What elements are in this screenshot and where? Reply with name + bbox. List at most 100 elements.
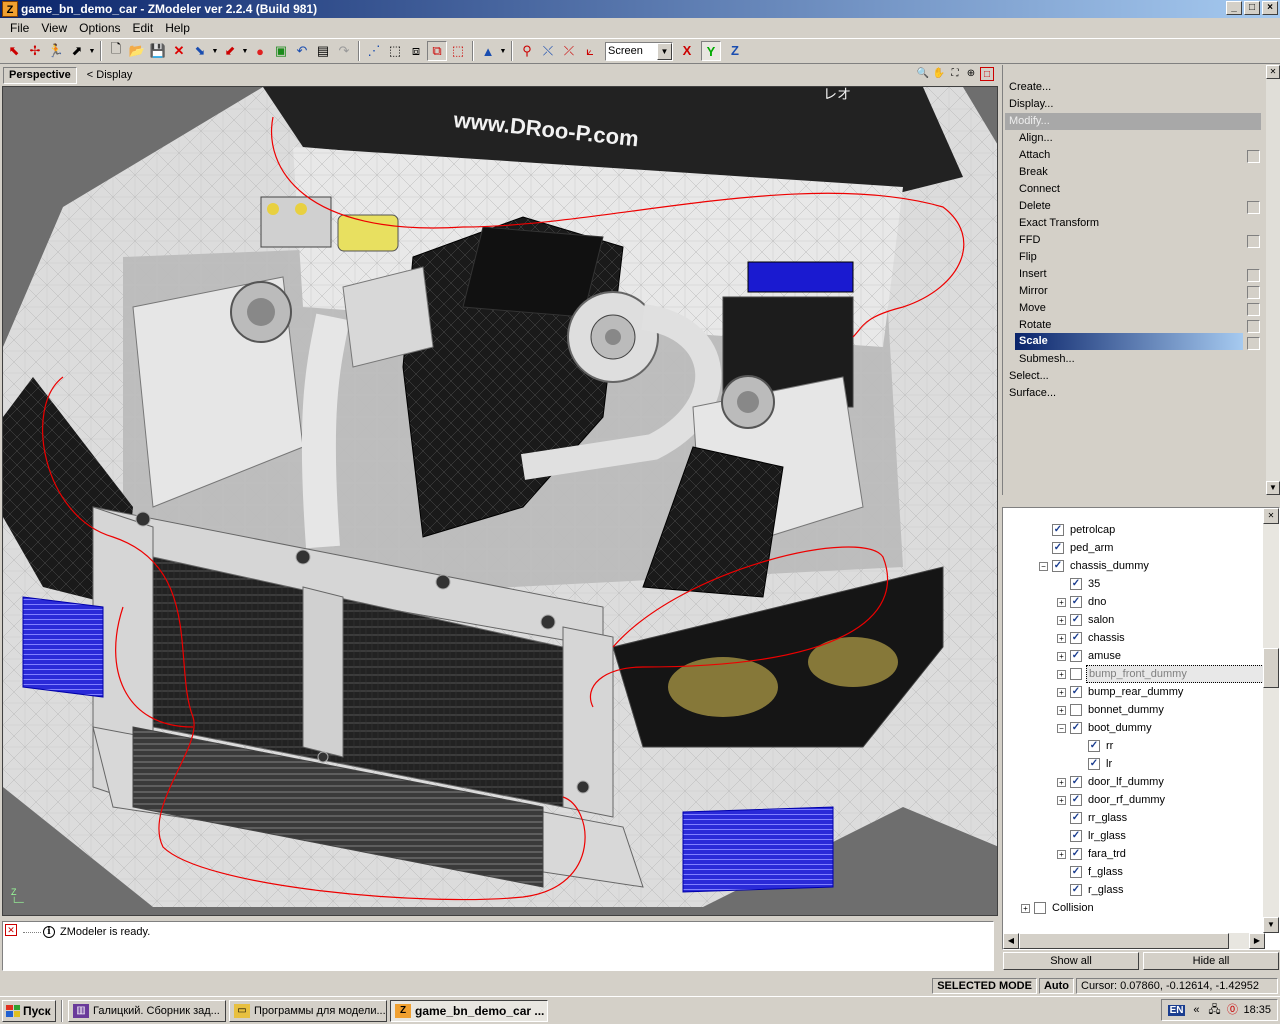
move-options-box[interactable]	[1247, 303, 1260, 316]
expand-icon[interactable]: +	[1021, 903, 1030, 913]
cmd-break[interactable]: Break	[1019, 164, 1048, 181]
tree-node[interactable]: − ✓ chassis_dummy	[1039, 558, 1151, 574]
delete-button[interactable]: ✕	[169, 41, 189, 61]
visibility-checkbox[interactable]	[1070, 704, 1082, 716]
zoom-icon[interactable]: 🔍	[916, 67, 930, 81]
visibility-checkbox[interactable]: ✓	[1052, 560, 1064, 572]
cmd-rotate[interactable]: Rotate	[1019, 317, 1051, 334]
selection-mode-indicator[interactable]: SELECTED MODE	[932, 978, 1037, 994]
cmd-move[interactable]: Move	[1019, 300, 1046, 317]
expand-icon[interactable]: +	[1057, 777, 1066, 787]
export-dropdown[interactable]: ▼	[241, 48, 249, 55]
mirror-options-box[interactable]	[1247, 286, 1260, 299]
viewport-view-label[interactable]: Perspective	[3, 66, 77, 84]
tree-node[interactable]: + bonnet_dummy	[1057, 702, 1166, 718]
cmd-align[interactable]: Align...	[1019, 130, 1053, 147]
select-tool-button[interactable]: ⬉	[4, 41, 24, 61]
hide-all-button[interactable]: Hide all	[1143, 952, 1279, 970]
rotate-options-box[interactable]	[1247, 320, 1260, 333]
tray-expand-icon[interactable]: «	[1189, 1003, 1203, 1017]
tree-horizontal-scrollbar[interactable]: ◀ ▶	[1003, 933, 1265, 949]
axis-free-button[interactable]: ⟀	[580, 41, 600, 61]
auto-mode-indicator[interactable]: Auto	[1038, 978, 1074, 994]
tree-vertical-scrollbar[interactable]: ✕ ▼	[1263, 508, 1279, 933]
visibility-checkbox[interactable]: ✓	[1052, 542, 1064, 554]
menu-edit[interactable]: Edit	[127, 21, 160, 35]
insert-options-box[interactable]	[1247, 269, 1260, 282]
visibility-checkbox[interactable]: ✓	[1088, 758, 1100, 770]
visibility-checkbox[interactable]: ✓	[1070, 794, 1082, 806]
import-dropdown[interactable]: ▼	[211, 48, 219, 55]
scroll-right-icon[interactable]: ▶	[1249, 933, 1265, 949]
visibility-checkbox[interactable]: ✓	[1070, 884, 1082, 896]
visibility-checkbox[interactable]: ✓	[1070, 686, 1082, 698]
close-panel-icon[interactable]: ✕	[1266, 65, 1280, 79]
cmd-scale[interactable]: Scale	[1015, 333, 1243, 350]
menu-file[interactable]: File	[4, 21, 35, 35]
snap-button[interactable]: ⚲	[517, 41, 537, 61]
tree-node[interactable]: ✓ petrolcap	[1039, 522, 1117, 538]
scroll-left-icon[interactable]: ◀	[1003, 933, 1019, 949]
scroll-down-icon[interactable]: ▼	[1266, 481, 1280, 495]
properties-button[interactable]: ▤	[313, 41, 333, 61]
tree-node[interactable]: + ✓ amuse	[1057, 648, 1123, 664]
tree-node[interactable]: + bump_front_dummy	[1057, 665, 1266, 683]
expand-icon[interactable]: +	[1057, 597, 1066, 607]
expand-icon[interactable]: +	[1057, 795, 1066, 805]
tree-node[interactable]: ✓ lr_glass	[1057, 828, 1128, 844]
tree-node[interactable]: + ✓ door_lf_dummy	[1057, 774, 1166, 790]
minimize-button[interactable]: _	[1226, 1, 1242, 15]
attach-options-box[interactable]	[1247, 150, 1260, 163]
tree-scroll-thumb[interactable]	[1263, 648, 1279, 688]
zoom-extents-icon[interactable]: ⛶	[948, 67, 962, 81]
3d-viewport[interactable]: www.DRoo-P.com レオ Z └─	[2, 86, 998, 916]
scale-options-box[interactable]	[1247, 337, 1260, 350]
collapse-icon[interactable]: −	[1039, 561, 1048, 571]
visibility-checkbox[interactable]: ✓	[1070, 722, 1082, 734]
tree-hscroll-thumb[interactable]	[1019, 933, 1229, 949]
visibility-checkbox[interactable]	[1070, 668, 1082, 680]
tree-node[interactable]: + ✓ chassis	[1057, 630, 1127, 646]
tree-node[interactable]: ✓ r_glass	[1057, 882, 1125, 898]
tree-node[interactable]: ✓ f_glass	[1057, 864, 1125, 880]
visibility-checkbox[interactable]: ✓	[1070, 596, 1082, 608]
pivot-button[interactable]: ▲	[478, 41, 498, 61]
expand-icon[interactable]: +	[1057, 669, 1066, 679]
language-indicator[interactable]: EN	[1167, 1004, 1186, 1016]
visibility-checkbox[interactable]: ✓	[1070, 830, 1082, 842]
start-button[interactable]: Пуск	[2, 999, 56, 1022]
cmd-ffd[interactable]: FFD	[1019, 232, 1040, 249]
taskbar-item-folder[interactable]: ▭ Программы для модели...	[229, 999, 387, 1022]
cmd-modify[interactable]: Modify...	[1005, 113, 1261, 130]
cmd-delete[interactable]: Delete	[1019, 198, 1051, 215]
visibility-checkbox[interactable]: ✓	[1052, 524, 1064, 536]
show-all-button[interactable]: Show all	[1003, 952, 1139, 970]
rotate-view-icon[interactable]: ⊕	[964, 67, 978, 81]
visibility-checkbox[interactable]: ✓	[1070, 578, 1082, 590]
expand-icon[interactable]: +	[1057, 651, 1066, 661]
cmd-create[interactable]: Create...	[1009, 79, 1051, 96]
expand-icon[interactable]: +	[1057, 687, 1066, 697]
visibility-checkbox[interactable]: ✓	[1070, 614, 1082, 626]
group-mode-button[interactable]: ⧉	[427, 41, 447, 61]
tree-node[interactable]: + Collision	[1021, 900, 1096, 916]
maximize-viewport-icon[interactable]: □	[980, 67, 994, 81]
close-button[interactable]: ×	[1262, 1, 1278, 15]
axis-lock-button[interactable]: ⤬	[538, 41, 558, 61]
viewport-display-link[interactable]: < Display	[87, 69, 133, 81]
vertex-mode-button[interactable]: ⋰	[364, 41, 384, 61]
import-button[interactable]: ⬊	[190, 41, 210, 61]
open-file-button[interactable]: 📂	[127, 41, 147, 61]
visibility-checkbox[interactable]: ✓	[1070, 848, 1082, 860]
cmd-display[interactable]: Display...	[1009, 96, 1053, 113]
cmd-select[interactable]: Select...	[1009, 368, 1049, 385]
menu-options[interactable]: Options	[73, 21, 126, 35]
new-file-button[interactable]: 🗋	[106, 41, 126, 61]
expand-icon[interactable]: +	[1057, 615, 1066, 625]
lock-selection-button[interactable]: ⬚	[448, 41, 468, 61]
visibility-checkbox[interactable]: ✓	[1070, 866, 1082, 878]
cmd-insert[interactable]: Insert	[1019, 266, 1047, 283]
axis-x-toggle[interactable]: X	[677, 41, 697, 61]
tree-node[interactable]: + ✓ fara_trd	[1057, 846, 1128, 862]
axis-z-toggle[interactable]: Z	[725, 41, 745, 61]
